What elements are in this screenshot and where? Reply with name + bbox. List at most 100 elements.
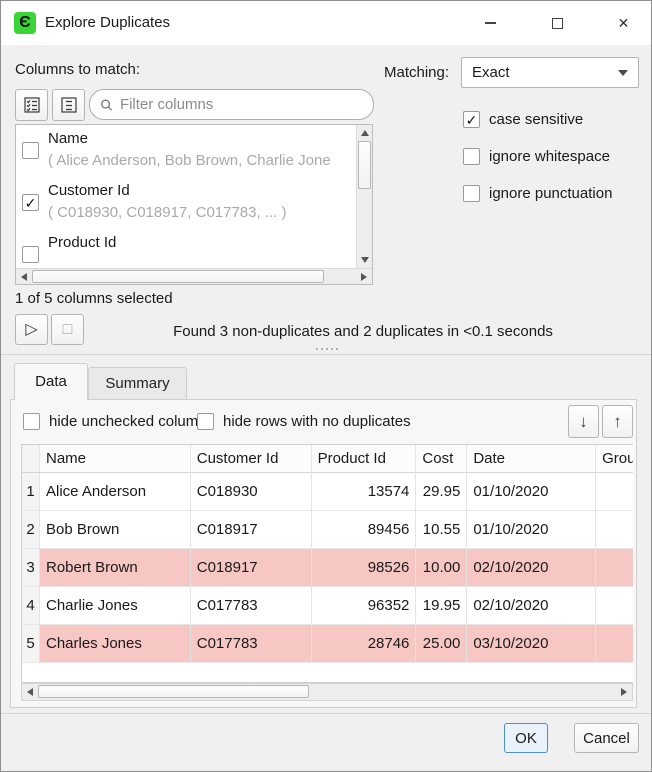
run-button[interactable]: ▷: [15, 314, 48, 345]
stop-button[interactable]: □: [51, 314, 84, 345]
table-row[interactable]: 2 Bob Brown C018917 89456 10.55 01/10/20…: [22, 511, 633, 549]
column-name: Customer Id: [48, 182, 130, 199]
ignore-whitespace-label: ignore whitespace: [489, 148, 610, 165]
check-all-columns-button[interactable]: [15, 89, 48, 121]
hide-rows-no-duplicates-option: hide rows with no duplicates: [197, 413, 411, 430]
column-name: Product Id: [48, 234, 116, 251]
cell-cost[interactable]: 10.55: [416, 511, 467, 549]
header-cell-group[interactable]: Group: [596, 445, 633, 473]
hide-unchecked-columns-checkbox[interactable]: [23, 413, 40, 430]
minimize-button[interactable]: [468, 1, 513, 45]
close-icon: ✕: [618, 16, 630, 30]
scroll-left-arrow-icon[interactable]: [16, 269, 32, 285]
scrollbar-thumb[interactable]: [32, 270, 324, 283]
cell-product-id[interactable]: 28746: [312, 625, 417, 663]
cell-product-id[interactable]: 96352: [312, 587, 417, 625]
header-cell-customer-id[interactable]: Customer Id: [191, 445, 312, 473]
hide-rows-no-duplicates-checkbox[interactable]: [197, 413, 214, 430]
ignore-whitespace-option: ignore whitespace: [463, 148, 610, 165]
maximize-button[interactable]: [535, 1, 580, 45]
column-checkbox[interactable]: ✓: [22, 194, 39, 211]
table-horizontal-scrollbar[interactable]: [21, 683, 633, 701]
header-cell-name[interactable]: Name: [40, 445, 191, 473]
cell-cost[interactable]: 29.95: [416, 473, 467, 511]
scroll-right-arrow-icon[interactable]: [616, 684, 632, 700]
splitter-handle[interactable]: [307, 346, 347, 351]
tab-data[interactable]: Data: [14, 363, 88, 400]
scroll-down-arrow-icon[interactable]: [357, 252, 373, 268]
cell-cost[interactable]: 19.95: [416, 587, 467, 625]
row-number-cell: 1: [22, 473, 40, 511]
cell-group[interactable]: [596, 473, 633, 511]
cell-customer-id[interactable]: C018930: [191, 473, 312, 511]
ignore-whitespace-checkbox[interactable]: [463, 148, 480, 165]
cell-date[interactable]: 01/10/2020: [467, 473, 596, 511]
table-row[interactable]: 4 Charlie Jones C017783 96352 19.95 02/1…: [22, 587, 633, 625]
header-cell-product-id[interactable]: Product Id: [312, 445, 417, 473]
arrow-down-icon: ↓: [579, 413, 588, 430]
cell-product-id[interactable]: 89456: [312, 511, 417, 549]
cell-customer-id[interactable]: C017783: [191, 587, 312, 625]
cell-cost[interactable]: 10.00: [416, 549, 467, 587]
header-cell-cost[interactable]: Cost: [416, 445, 467, 473]
ignore-punctuation-option: ignore punctuation: [463, 185, 612, 202]
cancel-button[interactable]: Cancel: [574, 723, 639, 753]
matching-select[interactable]: Exact: [461, 57, 639, 88]
cell-customer-id[interactable]: C018917: [191, 549, 312, 587]
cell-group[interactable]: [596, 625, 633, 663]
cell-name[interactable]: Charlie Jones: [40, 587, 191, 625]
scroll-up-arrow-icon[interactable]: [357, 125, 373, 141]
cell-date[interactable]: 01/10/2020: [467, 511, 596, 549]
column-checkbox[interactable]: [22, 246, 39, 263]
column-preview: ( C018930, C018917, C017783, ... ): [48, 204, 354, 221]
cell-date[interactable]: 02/10/2020: [467, 549, 596, 587]
cell-name[interactable]: Charles Jones: [40, 625, 191, 663]
cell-date[interactable]: 02/10/2020: [467, 587, 596, 625]
cell-group[interactable]: [596, 549, 633, 587]
cell-customer-id[interactable]: C017783: [191, 625, 312, 663]
column-checkbox[interactable]: [22, 142, 39, 159]
move-up-button[interactable]: ↑: [602, 405, 633, 438]
uncheck-all-columns-button[interactable]: [52, 89, 85, 121]
scrollbar-thumb[interactable]: [358, 141, 371, 189]
ignore-punctuation-checkbox[interactable]: [463, 185, 480, 202]
play-icon: ▷: [25, 322, 37, 338]
filter-columns-input[interactable]: [120, 96, 363, 113]
columns-horizontal-scrollbar[interactable]: [16, 268, 372, 284]
column-item-name[interactable]: Name ( Alice Anderson, Bob Brown, Charli…: [16, 125, 356, 177]
ok-button[interactable]: OK: [504, 723, 548, 753]
cell-product-id[interactable]: 98526: [312, 549, 417, 587]
cell-customer-id[interactable]: C018917: [191, 511, 312, 549]
columns-list: Name ( Alice Anderson, Bob Brown, Charli…: [15, 124, 373, 285]
cell-product-id[interactable]: 13574: [312, 473, 417, 511]
table-row[interactable]: 1 Alice Anderson C018930 13574 29.95 01/…: [22, 473, 633, 511]
hide-unchecked-columns-option: hide unchecked columns: [23, 413, 214, 430]
cell-group[interactable]: [596, 511, 633, 549]
cell-name[interactable]: Alice Anderson: [40, 473, 191, 511]
scroll-left-arrow-icon[interactable]: [22, 684, 38, 700]
columns-to-match-label: Columns to match:: [15, 61, 140, 78]
header-cell-date[interactable]: Date: [467, 445, 596, 473]
table-row[interactable]: 3 Robert Brown C018917 98526 10.00 02/10…: [22, 549, 633, 587]
cell-date[interactable]: 03/10/2020: [467, 625, 596, 663]
cell-group[interactable]: [596, 587, 633, 625]
case-sensitive-checkbox[interactable]: ✓: [463, 111, 480, 128]
explore-duplicates-dialog: Є Explore Duplicates ✕ Columns to match:: [0, 0, 652, 772]
matching-label: Matching:: [384, 64, 449, 81]
move-down-button[interactable]: ↓: [568, 405, 599, 438]
scrollbar-thumb[interactable]: [38, 685, 309, 698]
scroll-right-arrow-icon[interactable]: [356, 269, 372, 285]
tab-summary[interactable]: Summary: [88, 367, 187, 399]
table-row[interactable]: 5 Charles Jones C017783 28746 25.00 03/1…: [22, 625, 633, 663]
column-item-customer-id[interactable]: ✓ Customer Id ( C018930, C018917, C01778…: [16, 177, 356, 229]
close-button[interactable]: ✕: [601, 1, 646, 45]
cell-name[interactable]: Bob Brown: [40, 511, 191, 549]
minimize-icon: [485, 22, 496, 24]
cell-name[interactable]: Robert Brown: [40, 549, 191, 587]
column-name: Name: [48, 130, 88, 147]
cell-cost[interactable]: 25.00: [416, 625, 467, 663]
columns-vertical-scrollbar[interactable]: [356, 125, 372, 268]
plain-list-icon: [59, 95, 79, 115]
stop-icon: □: [63, 322, 73, 338]
filter-columns-field: [89, 89, 374, 120]
